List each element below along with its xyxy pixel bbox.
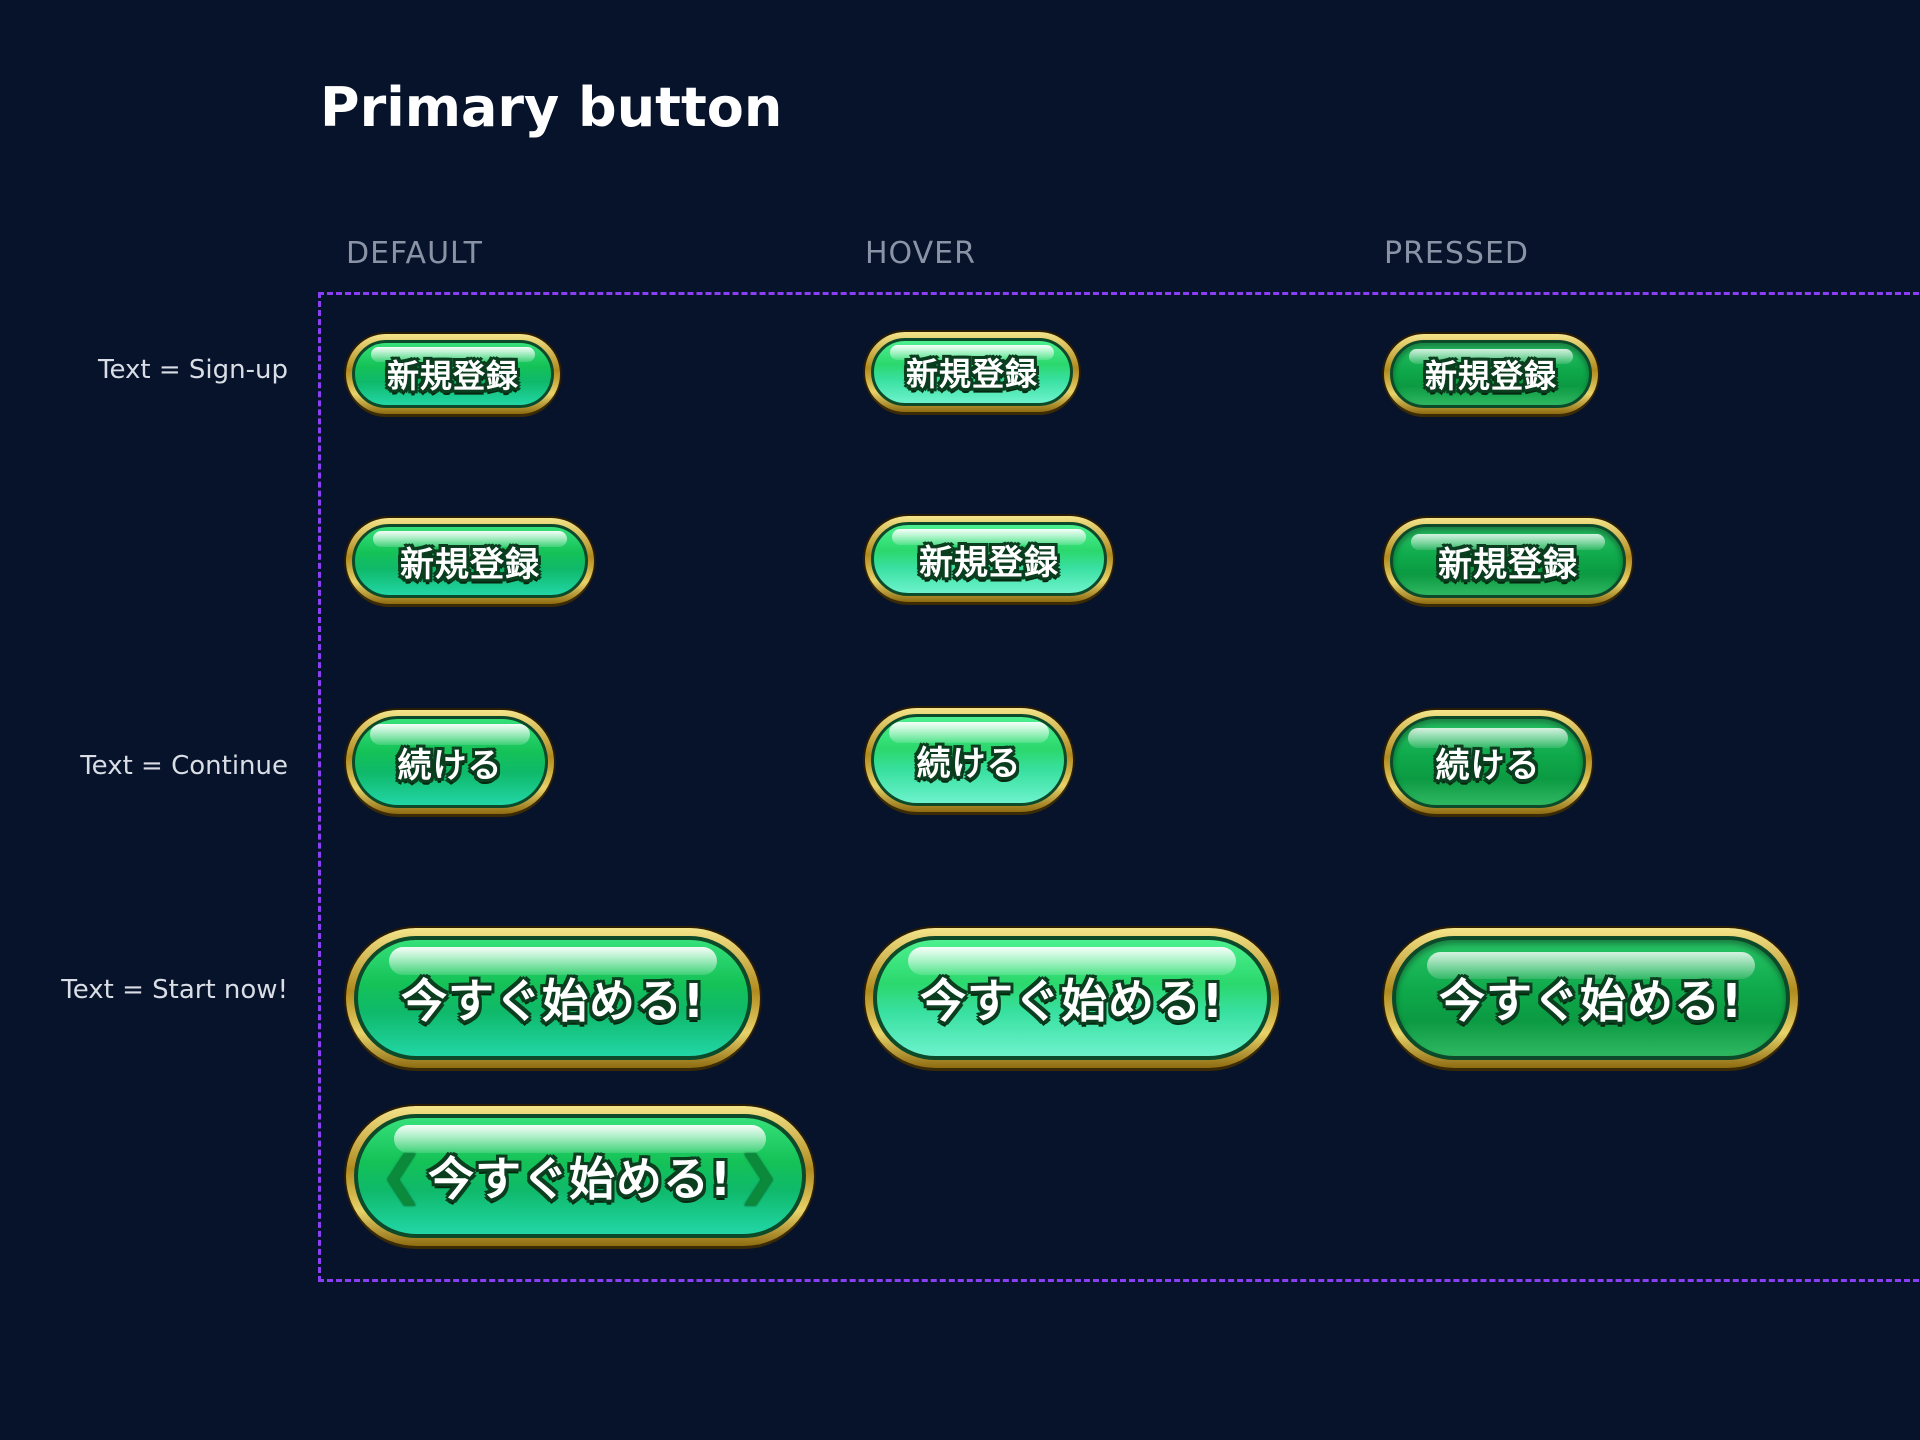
start-now-default-button[interactable]: 今すぐ始める!	[346, 928, 760, 1068]
continue-pressed-button[interactable]: 続ける	[1384, 710, 1592, 814]
button-face: 新規登録	[352, 340, 554, 408]
signup-medium-default-button[interactable]: 新規登録	[346, 518, 594, 604]
start-now-arrows-default-button[interactable]: ❮ 今すぐ始める! ❯	[346, 1106, 814, 1246]
button-face: 今すぐ始める!	[873, 936, 1271, 1060]
button-face: 新規登録	[352, 524, 588, 598]
chevron-left-icon: ❮	[380, 1146, 424, 1206]
button-label: 今すぐ始める!	[428, 1152, 732, 1206]
button-label: 今すぐ始める!	[1439, 974, 1743, 1028]
row-label-continue: Text = Continue	[80, 751, 288, 781]
column-header-hover: HOVER	[865, 236, 976, 271]
button-face: 今すぐ始める!	[354, 936, 752, 1060]
button-label: 新規登録	[400, 544, 540, 585]
button-label: 続ける	[1435, 745, 1541, 786]
button-face: 新規登録	[871, 522, 1107, 596]
button-face: 新規登録	[1390, 340, 1592, 408]
column-header-pressed: PRESSED	[1384, 236, 1530, 271]
button-face: 続ける	[871, 714, 1067, 806]
button-label: 新規登録	[1424, 357, 1557, 395]
continue-default-button[interactable]: 続ける	[346, 710, 554, 814]
button-face: 続ける	[1390, 716, 1586, 808]
page-title: Primary button	[320, 76, 783, 139]
chevron-right-icon: ❯	[736, 1146, 780, 1206]
signup-medium-pressed-button[interactable]: 新規登録	[1384, 518, 1632, 604]
button-face: 続ける	[352, 716, 548, 808]
row-label-start-now: Text = Start now!	[61, 975, 288, 1005]
button-face: ❮ 今すぐ始める! ❯	[354, 1114, 806, 1238]
button-label: 今すぐ始める!	[920, 974, 1224, 1028]
signup-small-default-button[interactable]: 新規登録	[346, 334, 560, 414]
row-label-signup: Text = Sign-up	[98, 355, 288, 385]
button-label: 続ける	[916, 743, 1022, 784]
signup-small-pressed-button[interactable]: 新規登録	[1384, 334, 1598, 414]
start-now-hover-button[interactable]: 今すぐ始める!	[865, 928, 1279, 1068]
button-label: 続ける	[397, 745, 503, 786]
button-label: 新規登録	[919, 542, 1059, 583]
button-label: 新規登録	[1438, 544, 1578, 585]
button-face: 新規登録	[871, 338, 1073, 406]
button-label: 今すぐ始める!	[401, 974, 705, 1028]
signup-medium-hover-button[interactable]: 新規登録	[865, 516, 1113, 602]
button-face: 今すぐ始める!	[1392, 936, 1790, 1060]
button-label: 新規登録	[386, 357, 519, 395]
button-face: 新規登録	[1390, 524, 1626, 598]
continue-hover-button[interactable]: 続ける	[865, 708, 1073, 812]
button-label: 新規登録	[905, 355, 1038, 393]
start-now-pressed-button[interactable]: 今すぐ始める!	[1384, 928, 1798, 1068]
column-header-default: DEFAULT	[346, 236, 483, 271]
signup-small-hover-button[interactable]: 新規登録	[865, 332, 1079, 412]
